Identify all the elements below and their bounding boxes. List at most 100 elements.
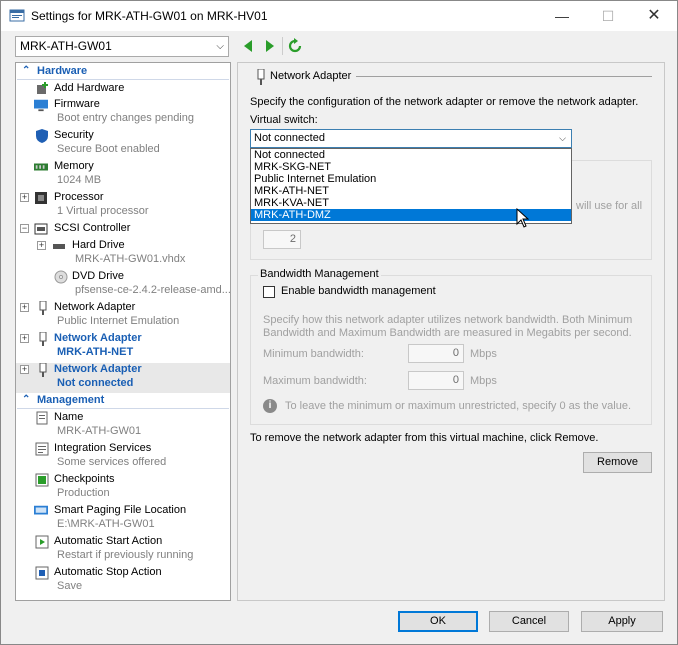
bandwidth-legend: Bandwidth Management bbox=[258, 268, 381, 280]
tree-item-network-adapter-3[interactable]: + Network Adapter Not connected bbox=[16, 363, 230, 393]
name-icon bbox=[36, 411, 48, 425]
panel-header-divider bbox=[356, 76, 652, 77]
processor-icon bbox=[35, 192, 47, 204]
expand-icon[interactable]: + bbox=[20, 334, 29, 343]
dropdown-option[interactable]: MRK-ATH-NET bbox=[251, 185, 571, 197]
network-adapter-icon bbox=[39, 332, 47, 346]
dropdown-option[interactable]: MRK-SKG-NET bbox=[251, 161, 571, 173]
tree-item-sub: Save bbox=[57, 580, 83, 592]
forward-arrow-icon[interactable] bbox=[263, 38, 277, 54]
tree-item-name[interactable]: Name MRK-ATH-GW01 bbox=[16, 411, 230, 441]
hard-drive-icon bbox=[53, 244, 65, 249]
vm-selector-value: MRK-ATH-GW01 bbox=[20, 39, 112, 53]
tree-item-sub: MRK-ATH-GW01.vhdx bbox=[75, 253, 186, 265]
collapse-icon[interactable]: − bbox=[20, 224, 29, 233]
tree-item-label: Name bbox=[54, 411, 84, 423]
dropdown-option[interactable]: Public Internet Emulation bbox=[251, 173, 571, 185]
title-bar: Settings for MRK-ATH-GW01 on MRK-HV01 — … bbox=[1, 1, 677, 31]
dvd-drive-icon bbox=[54, 270, 68, 284]
tree-item-label: Processor bbox=[54, 191, 104, 203]
minimum-bandwidth-label: Minimum bandwidth: bbox=[263, 348, 364, 360]
hardware-section-header[interactable]: ⌃ Hardware bbox=[17, 65, 229, 80]
tree-item-network-adapter-1[interactable]: + Network Adapter Public Internet Emulat… bbox=[16, 301, 230, 331]
collapse-icon: ⌃ bbox=[22, 65, 31, 76]
vlan-id-field: 2 bbox=[263, 230, 301, 249]
minimum-bandwidth-field: 0 bbox=[408, 344, 464, 363]
refresh-icon[interactable] bbox=[288, 38, 302, 54]
tree-item-sub: 1 Virtual processor bbox=[57, 205, 149, 217]
tree-item-label: Firmware bbox=[54, 98, 100, 110]
tree-item-label: Security bbox=[54, 129, 94, 141]
expand-icon[interactable]: + bbox=[20, 193, 29, 202]
network-adapter-icon bbox=[257, 69, 265, 85]
tree-item-sub: Boot entry changes pending bbox=[57, 112, 194, 124]
tree-item-label: Automatic Stop Action bbox=[54, 566, 162, 578]
tree-item-label: Integration Services bbox=[54, 442, 152, 454]
management-header-label: Management bbox=[37, 394, 105, 406]
tree-item-label: Add Hardware bbox=[54, 82, 125, 94]
tree-item-sub: Production bbox=[57, 487, 110, 499]
remove-button[interactable]: Remove bbox=[583, 452, 652, 473]
tree-item-network-adapter-2[interactable]: + Network Adapter MRK-ATH-NET bbox=[16, 332, 230, 362]
maximum-bandwidth-label: Maximum bandwidth: bbox=[263, 375, 367, 387]
bandwidth-info-text: To leave the minimum or maximum unrestri… bbox=[285, 400, 632, 412]
tree-item-memory[interactable]: Memory 1024 MB bbox=[16, 160, 230, 190]
remove-description: To remove the network adapter from this … bbox=[250, 432, 599, 444]
maximum-bandwidth-field: 0 bbox=[408, 371, 464, 390]
tree-item-firmware[interactable]: Firmware Boot entry changes pending bbox=[16, 98, 230, 128]
toolbar-separator bbox=[282, 37, 283, 55]
tree-item-checkpoints[interactable]: Checkpoints Production bbox=[16, 473, 230, 503]
tree-item-processor[interactable]: + Processor 1 Virtual processor bbox=[16, 191, 230, 221]
tree-item-automatic-start-action[interactable]: Automatic Start Action Restart if previo… bbox=[16, 535, 230, 565]
tree-item-dvd-drive[interactable]: DVD Drive pfsense-ce-2.4.2-release-amd..… bbox=[16, 270, 230, 300]
expand-icon[interactable]: + bbox=[37, 241, 46, 250]
tree-item-integration-services[interactable]: Integration Services Some services offer… bbox=[16, 442, 230, 472]
tree-item-label: Smart Paging File Location bbox=[54, 504, 187, 516]
scsi-controller-icon bbox=[34, 223, 48, 235]
automatic-start-icon bbox=[35, 535, 49, 549]
close-button[interactable]: ✕ bbox=[631, 1, 677, 31]
hardware-header-label: Hardware bbox=[37, 65, 88, 77]
back-arrow-icon[interactable] bbox=[241, 38, 255, 54]
tree-item-label: Network Adapter bbox=[54, 301, 136, 313]
tree-item-sub: E:\MRK-ATH-GW01 bbox=[57, 518, 155, 530]
apply-button[interactable]: Apply bbox=[581, 611, 663, 632]
vlan-description-fragment: will use for all bbox=[576, 200, 643, 212]
management-section-header[interactable]: ⌃ Management bbox=[17, 394, 229, 409]
collapse-icon: ⌃ bbox=[22, 394, 31, 405]
tree-item-security[interactable]: Security Secure Boot enabled bbox=[16, 129, 230, 159]
settings-tree: ⌃ Hardware Add Hardware Firmware Boot en… bbox=[15, 62, 231, 601]
tree-item-automatic-stop-action[interactable]: Automatic Stop Action Save bbox=[16, 566, 230, 596]
tree-item-sub: MRK-ATH-GW01 bbox=[57, 425, 142, 437]
tree-item-sub: Restart if previously running bbox=[57, 549, 194, 561]
tree-item-label: Memory bbox=[54, 160, 94, 172]
vm-selector[interactable]: MRK-ATH-GW01 ⌵ bbox=[15, 36, 229, 57]
tree-item-hard-drive[interactable]: + Hard Drive MRK-ATH-GW01.vhdx bbox=[16, 239, 230, 269]
minimum-bandwidth-unit: Mbps bbox=[470, 348, 497, 360]
tree-item-label: Hard Drive bbox=[72, 239, 125, 251]
window-title: Settings for MRK-ATH-GW01 on MRK-HV01 bbox=[31, 9, 268, 23]
checkpoints-icon bbox=[35, 473, 49, 487]
panel-description: Specify the configuration of the network… bbox=[250, 96, 639, 108]
tree-item-scsi-controller[interactable]: − SCSI Controller bbox=[16, 222, 230, 238]
maximum-bandwidth-unit: Mbps bbox=[470, 375, 497, 387]
chevron-down-icon: ⌵ bbox=[559, 133, 566, 143]
tree-item-smart-paging[interactable]: Smart Paging File Location E:\MRK-ATH-GW… bbox=[16, 504, 230, 534]
shield-icon bbox=[36, 129, 48, 143]
tree-item-add-hardware[interactable]: Add Hardware bbox=[16, 82, 230, 98]
automatic-stop-icon bbox=[35, 566, 49, 580]
tree-item-sub: pfsense-ce-2.4.2-release-amd... bbox=[75, 284, 231, 296]
enable-bandwidth-label[interactable]: Enable bandwidth management bbox=[281, 285, 436, 297]
cancel-button[interactable]: Cancel bbox=[489, 611, 569, 632]
tree-item-sub: Not connected bbox=[57, 377, 134, 389]
minimize-button[interactable]: — bbox=[539, 1, 585, 31]
panel-header: Network Adapter bbox=[270, 70, 352, 82]
dropdown-option[interactable]: Not connected bbox=[251, 149, 571, 161]
tree-item-sub: MRK-ATH-NET bbox=[57, 346, 134, 358]
info-icon: i bbox=[263, 399, 277, 413]
enable-bandwidth-checkbox[interactable] bbox=[263, 286, 275, 298]
expand-icon[interactable]: + bbox=[20, 365, 29, 374]
expand-icon[interactable]: + bbox=[20, 303, 29, 312]
virtual-switch-select[interactable]: Not connected ⌵ bbox=[250, 129, 572, 148]
ok-button[interactable]: OK bbox=[398, 611, 478, 632]
